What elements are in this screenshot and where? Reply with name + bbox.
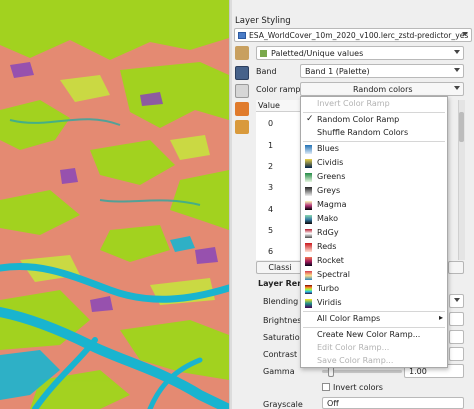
value-cell[interactable]: 3 bbox=[268, 183, 273, 192]
menu-item-create-color-ramp[interactable]: Create New Color Ramp... bbox=[301, 329, 447, 342]
menu-item-ramp[interactable]: Viridis bbox=[301, 297, 447, 310]
band-label: Band bbox=[256, 67, 277, 76]
grayscale-value: Off bbox=[327, 399, 339, 408]
color-ramp-swatch bbox=[305, 271, 312, 280]
grayscale-select[interactable]: Off bbox=[322, 397, 464, 409]
renderer-select[interactable]: Paletted/Unique values bbox=[256, 46, 464, 60]
gamma-label: Gamma bbox=[263, 367, 295, 376]
layer-selector[interactable]: ESA_WorldCover_10m_2020_v100.lerc_zstd-p… bbox=[234, 28, 472, 42]
color-ramp-label: Color ramp bbox=[256, 85, 301, 94]
color-ramp-swatch bbox=[305, 257, 312, 266]
chevron-down-icon bbox=[454, 50, 460, 54]
history-tab-icon[interactable] bbox=[235, 102, 249, 116]
menu-item-ramp[interactable]: RdGy bbox=[301, 227, 447, 240]
contrast-label: Contrast bbox=[263, 350, 298, 359]
symbology-tab-icon[interactable] bbox=[235, 66, 249, 80]
band-value: Band 1 (Palette) bbox=[305, 67, 370, 76]
menu-item-ramp[interactable]: Reds bbox=[301, 241, 447, 254]
chevron-down-icon bbox=[454, 298, 460, 302]
invert-colors-label: Invert colors bbox=[333, 383, 383, 392]
color-ramp-swatch bbox=[305, 299, 312, 308]
menu-item-ramp[interactable]: Mako bbox=[301, 213, 447, 226]
color-ramp-menu: Invert Color Ramp ✓ Random Color Ramp Shu… bbox=[300, 96, 448, 368]
invert-colors-checkbox[interactable] bbox=[322, 383, 330, 391]
contrast-spinbox[interactable] bbox=[449, 347, 464, 361]
value-cell[interactable]: 0 bbox=[268, 119, 273, 128]
color-ramp-swatch bbox=[305, 215, 312, 224]
gamma-value: 1.00 bbox=[409, 367, 427, 376]
saturation-spinbox[interactable] bbox=[449, 330, 464, 344]
menu-separator bbox=[303, 112, 445, 113]
color-ramp-swatch bbox=[305, 187, 312, 196]
value-cell[interactable]: 2 bbox=[268, 162, 273, 171]
classify-button[interactable]: Classi bbox=[256, 261, 304, 274]
gamma-slider[interactable] bbox=[322, 370, 402, 373]
layer-name: ESA_WorldCover_10m_2020_v100.lerc_zstd-p… bbox=[249, 31, 469, 40]
saturation-label: Saturation bbox=[263, 333, 305, 342]
transparency-tab-icon[interactable] bbox=[235, 84, 249, 98]
chevron-down-icon bbox=[454, 68, 460, 72]
brightness-spinbox[interactable] bbox=[449, 312, 464, 326]
pyramids-tab-icon[interactable] bbox=[235, 120, 249, 134]
color-ramp-swatch bbox=[305, 243, 312, 252]
paint-brush-icon[interactable] bbox=[235, 46, 249, 60]
checkmark-icon: ✓ bbox=[306, 114, 314, 124]
menu-item-invert-color-ramp[interactable]: Invert Color Ramp bbox=[301, 98, 447, 111]
more-options-button[interactable] bbox=[448, 261, 464, 274]
color-ramp-swatch bbox=[305, 285, 312, 294]
map-canvas[interactable] bbox=[0, 0, 229, 409]
menu-item-ramp[interactable]: Blues bbox=[301, 143, 447, 156]
color-ramp-value: Random colors bbox=[353, 85, 413, 94]
chevron-right-icon: ▸ bbox=[438, 313, 443, 322]
menu-item-ramp[interactable]: Rocket bbox=[301, 255, 447, 268]
band-select[interactable]: Band 1 (Palette) bbox=[300, 64, 464, 78]
value-cell[interactable]: 5 bbox=[268, 226, 273, 235]
color-ramp-swatch bbox=[305, 159, 312, 168]
menu-item-ramp[interactable]: Spectral bbox=[301, 269, 447, 282]
value-cell[interactable]: 1 bbox=[268, 141, 273, 150]
menu-item-random-color-ramp[interactable]: ✓ Random Color Ramp bbox=[301, 114, 447, 127]
menu-item-ramp[interactable]: Magma bbox=[301, 199, 447, 212]
grayscale-label: Grayscale bbox=[263, 400, 303, 409]
menu-item-all-color-ramps[interactable]: All Color Ramps ▸ bbox=[301, 313, 447, 326]
color-ramp-swatch bbox=[305, 173, 312, 182]
chevron-down-icon bbox=[454, 86, 460, 90]
value-column-header[interactable]: Value bbox=[256, 100, 300, 112]
menu-separator bbox=[303, 311, 445, 312]
menu-item-shuffle-random-colors[interactable]: Shuffle Random Colors bbox=[301, 127, 447, 140]
color-ramp-swatch bbox=[305, 145, 312, 154]
renderer-value: Paletted/Unique values bbox=[271, 49, 364, 58]
color-ramp-swatch bbox=[305, 229, 312, 238]
panel-title: Layer Styling bbox=[235, 16, 291, 26]
renderer-icon bbox=[260, 50, 267, 57]
blending-select[interactable] bbox=[449, 294, 464, 308]
value-cell[interactable]: 4 bbox=[268, 205, 273, 214]
raster-layer-icon bbox=[238, 32, 246, 39]
value-cell[interactable]: 6 bbox=[268, 247, 273, 256]
chevron-down-icon bbox=[462, 32, 468, 36]
menu-separator bbox=[303, 141, 445, 142]
menu-item-ramp[interactable]: Greys bbox=[301, 185, 447, 198]
menu-item-save-color-ramp[interactable]: Save Color Ramp... bbox=[301, 355, 447, 368]
menu-item-ramp[interactable]: Cividis bbox=[301, 157, 447, 170]
menu-separator bbox=[303, 327, 445, 328]
table-scroll-thumb[interactable] bbox=[459, 112, 464, 142]
value-table bbox=[256, 112, 300, 260]
color-ramp-swatch bbox=[305, 201, 312, 210]
menu-item-ramp[interactable]: Greens bbox=[301, 171, 447, 184]
color-ramp-button[interactable]: Random colors bbox=[300, 82, 464, 96]
menu-item-ramp[interactable]: Turbo bbox=[301, 283, 447, 296]
menu-item-edit-color-ramp[interactable]: Edit Color Ramp... bbox=[301, 342, 447, 355]
